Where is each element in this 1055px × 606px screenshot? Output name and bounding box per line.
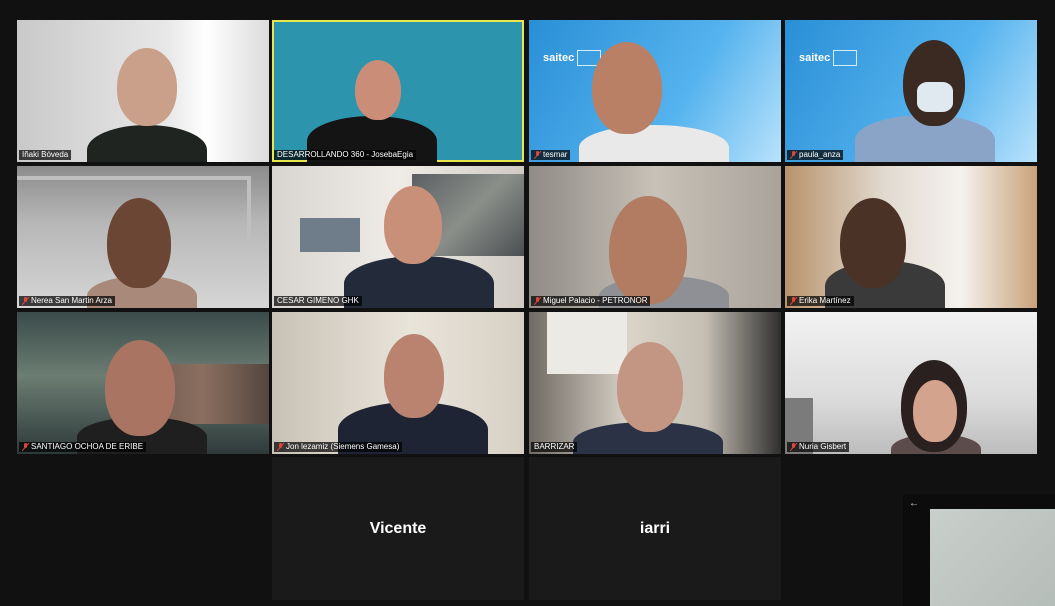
- participant-nameplate: Miguel Palacio - PETRONOR: [531, 296, 651, 306]
- microphone-muted-icon: [534, 297, 541, 305]
- participant-name: Iñaki Bóveda: [22, 150, 69, 159]
- participant-name: SANTIAGO OCHOA DE ERIBE: [31, 442, 144, 451]
- participant-name: Vicente: [369, 519, 427, 537]
- participant-nameplate: CESAR GIMENO GHK: [274, 296, 362, 306]
- saitec-logo: saitec: [543, 50, 602, 66]
- participant-head: [609, 196, 687, 304]
- participant-name: Erika Martínez: [799, 296, 851, 305]
- participant-name: iarri: [639, 519, 671, 537]
- participant-nameplate: paula_anza: [787, 150, 844, 160]
- participant-head: [117, 48, 177, 126]
- participant-body: [579, 125, 729, 162]
- video-tile-barrizar[interactable]: BARRIZAR: [529, 312, 781, 454]
- participant-nameplate: SANTIAGO OCHOA DE ERIBE: [19, 442, 147, 452]
- participant-head: [384, 334, 444, 418]
- participant-nameplate: BARRIZAR: [531, 442, 578, 452]
- video-tile-nuria-gisbert[interactable]: Nuria Gisbert: [785, 312, 1037, 454]
- video-tile-inaki-boveda[interactable]: Iñaki Bóveda: [17, 20, 269, 162]
- video-tile-paula-anza[interactable]: saitec paula_anza: [785, 20, 1037, 162]
- microphone-muted-icon: [790, 151, 797, 159]
- participant-name: Nuria Gisbert: [799, 442, 847, 451]
- video-tile-erika-martinez[interactable]: Erika Martínez: [785, 166, 1037, 308]
- microphone-muted-icon: [22, 297, 29, 305]
- participant-head: [592, 42, 662, 134]
- participant-face: [913, 380, 957, 442]
- participant-nameplate: tesmar: [531, 150, 571, 160]
- participant-head: [840, 198, 906, 288]
- participant-head: [355, 60, 401, 120]
- video-tile-cesar-gimeno[interactable]: CESAR GIMENO GHK: [272, 166, 524, 308]
- participant-nameplate: DESARROLLANDO 360 - JosebaEgia: [274, 150, 417, 160]
- participant-name: Nerea San Martin Arza: [31, 296, 112, 305]
- participant-nameplate: Erika Martínez: [787, 296, 854, 306]
- self-view-panel[interactable]: ←: [903, 494, 1055, 606]
- microphone-muted-icon: [277, 443, 284, 451]
- participant-nameplate: Iñaki Bóveda: [19, 150, 72, 160]
- participant-body: [87, 125, 207, 162]
- video-tile-desarrollando-360[interactable]: DESARROLLANDO 360 - JosebaEgia: [272, 20, 524, 162]
- participant-name: CESAR GIMENO GHK: [277, 296, 359, 305]
- participant-head: [105, 340, 175, 436]
- whiteboard: [547, 312, 627, 374]
- video-tile-jon-lezamiz[interactable]: Jon lezamiz (Siemens Gamesa): [272, 312, 524, 454]
- participant-name: paula_anza: [799, 150, 841, 159]
- microphone-muted-icon: [790, 443, 797, 451]
- participant-head: [617, 342, 683, 432]
- participant-name: Jon lezamiz (Siemens Gamesa): [286, 442, 400, 451]
- participant-name: DESARROLLANDO 360 - JosebaEgia: [277, 150, 414, 159]
- participant-nameplate: Nerea San Martin Arza: [19, 296, 115, 306]
- face-mask: [917, 82, 953, 112]
- video-tile-santiago-ochoa[interactable]: SANTIAGO OCHOA DE ERIBE: [17, 312, 269, 454]
- arrow-left-icon[interactable]: ←: [909, 498, 919, 509]
- participant-name: Miguel Palacio - PETRONOR: [543, 296, 648, 305]
- wall-poster: [300, 218, 360, 252]
- participant-head: [384, 186, 442, 264]
- participant-head: [107, 198, 171, 288]
- microphone-muted-icon: [790, 297, 797, 305]
- self-video-feed: [930, 509, 1055, 606]
- participant-nameplate: Nuria Gisbert: [787, 442, 850, 452]
- video-off-tile-iarri[interactable]: iarri: [529, 457, 781, 600]
- microphone-muted-icon: [22, 443, 29, 451]
- video-off-tile-vicente[interactable]: Vicente: [272, 457, 524, 600]
- microphone-muted-icon: [534, 151, 541, 159]
- video-tile-miguel-palacio[interactable]: Miguel Palacio - PETRONOR: [529, 166, 781, 308]
- participant-body: [344, 256, 494, 308]
- participant-nameplate: Jon lezamiz (Siemens Gamesa): [274, 442, 403, 452]
- participant-name: BARRIZAR: [534, 442, 575, 451]
- video-tile-tesmar[interactable]: saitec tesmar: [529, 20, 781, 162]
- participant-name: tesmar: [543, 150, 568, 159]
- video-tile-nerea-san-martin[interactable]: Nerea San Martin Arza: [17, 166, 269, 308]
- saitec-logo: saitec: [799, 50, 858, 66]
